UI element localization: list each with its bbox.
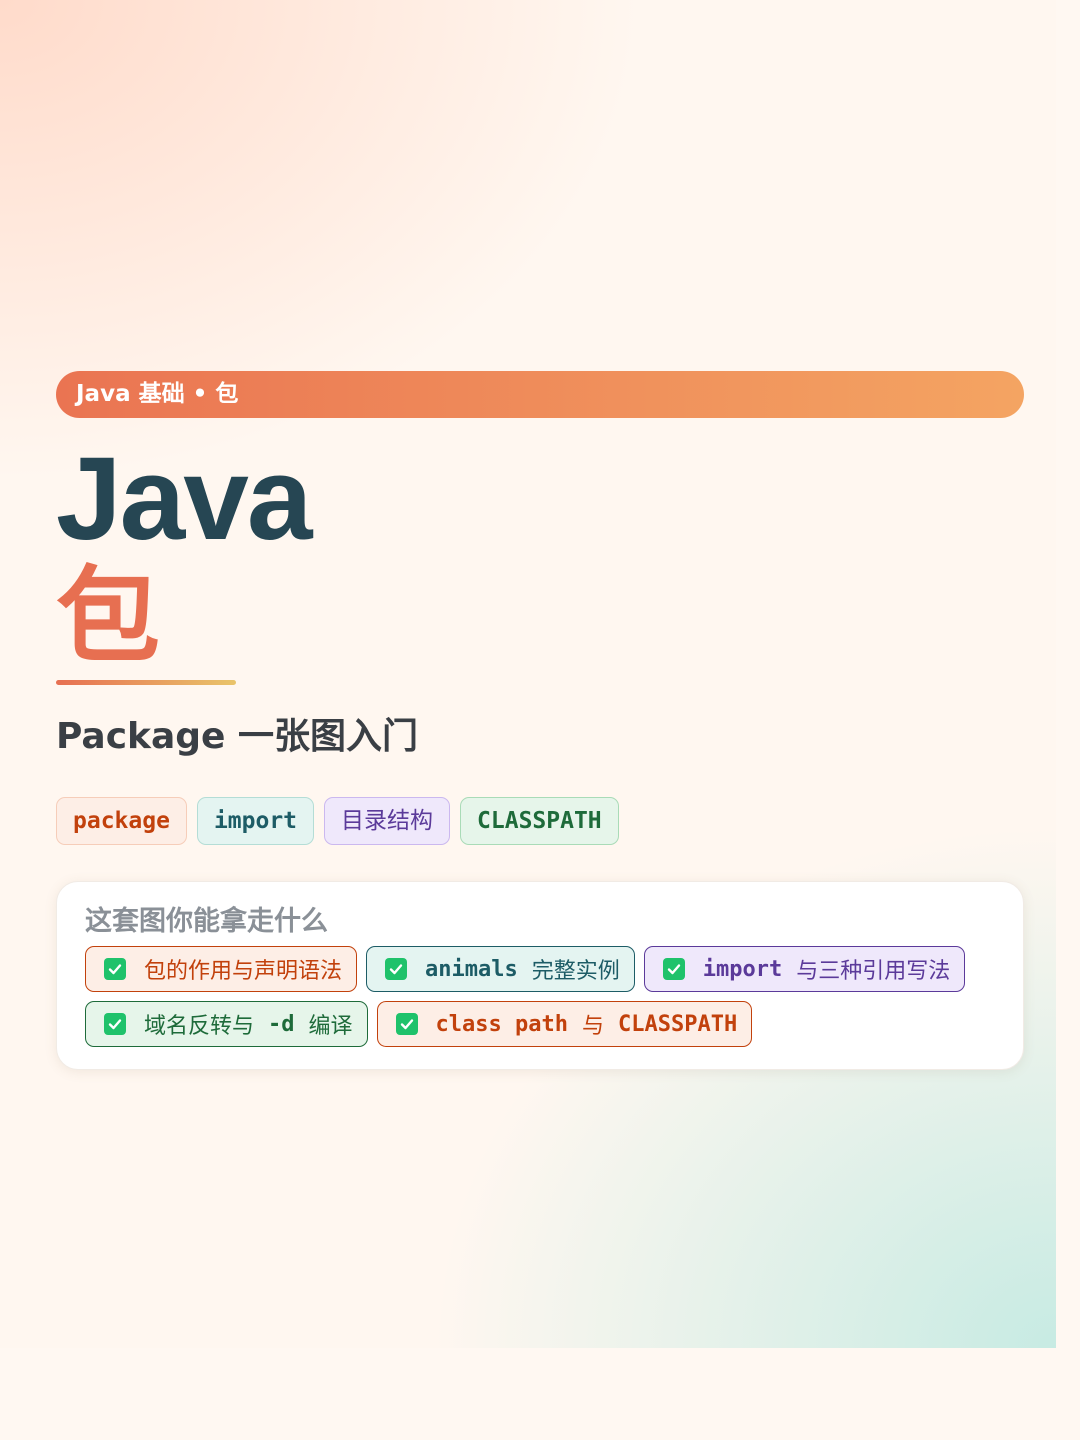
- title-underline: [56, 680, 236, 685]
- subtitle: Package 一张图入门: [56, 716, 419, 757]
- check-square-icon: [104, 958, 126, 980]
- takeaway-text-end: 编译: [308, 1014, 353, 1039]
- tag-classpath: CLASSPATH: [460, 797, 619, 845]
- takeaways-card: 这套图你能拿走什么 包的作用与声明语法 animals 完整实例 import …: [56, 881, 1024, 1070]
- tag-package: package: [56, 797, 187, 845]
- takeaway-text: 完整实例: [531, 959, 620, 984]
- takeaway-text: 域名反转与: [144, 1014, 255, 1039]
- takeaway-text: 包的作用与声明语法: [144, 959, 343, 984]
- takeaway-code: -d: [268, 1011, 295, 1037]
- takeaway-item: 包的作用与声明语法: [85, 946, 358, 992]
- check-square-icon: [385, 958, 408, 980]
- check-square-icon: [662, 958, 685, 980]
- banner-text: Java 基础 • 包: [76, 381, 239, 407]
- takeaway-code: animals: [425, 956, 518, 982]
- tag-directory-structure: 目录结构: [324, 797, 451, 845]
- page: Java 基础 • 包 Java 包 Package 一张图入门 package…: [0, 0, 1080, 1440]
- takeaway-text: 与: [581, 1014, 604, 1039]
- takeaway-item: animals 完整实例: [366, 946, 635, 992]
- takeaway-item: class path 与 CLASSPATH: [376, 1001, 753, 1047]
- takeaway-text: 与三种引用写法: [796, 959, 951, 984]
- card-title: 这套图你能拿走什么: [85, 906, 328, 937]
- takeaway-item: import 与三种引用写法: [643, 946, 966, 992]
- takeaway-item: 域名反转与 -d 编译: [85, 1001, 368, 1047]
- series-banner: Java 基础 • 包: [56, 371, 1024, 418]
- takeaway-code-end: CLASSPATH: [618, 1011, 738, 1037]
- check-square-icon: [395, 1013, 418, 1035]
- takeaway-code: class path: [435, 1011, 568, 1037]
- title-english: Java: [56, 433, 313, 565]
- title-chinese: 包: [56, 555, 161, 677]
- keyword-tags: package import 目录结构 CLASSPATH: [56, 797, 1024, 845]
- takeaway-code: import: [702, 956, 783, 982]
- tag-import: import: [196, 797, 315, 845]
- check-square-icon: [104, 1013, 126, 1035]
- takeaway-list: 包的作用与声明语法 animals 完整实例 import 与三种引用写法 域名…: [85, 946, 997, 1047]
- content: Java 基础 • 包 Java 包 Package 一张图入门 package…: [56, 371, 1024, 1070]
